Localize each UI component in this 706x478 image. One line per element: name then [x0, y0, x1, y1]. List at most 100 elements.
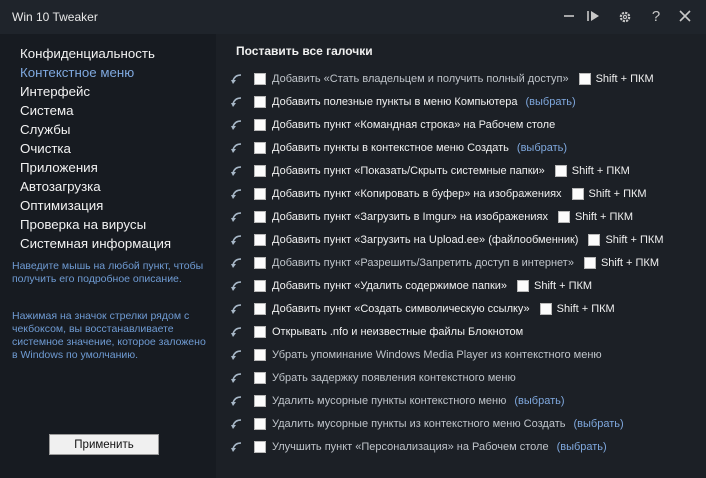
tweak-row: Убрать упоминание Windows Media Player и… — [230, 345, 602, 365]
sidebar-item[interactable]: Системная информация — [20, 234, 171, 253]
hotkey-label: Shift + ПКМ — [574, 211, 633, 223]
restore-hint: Нажимая на значок стрелки рядом с чекбок… — [12, 310, 206, 361]
select-link[interactable]: (выбрать) — [517, 142, 567, 154]
hotkey-label: Shift + ПКМ — [600, 257, 659, 269]
tweak-checkbox[interactable] — [254, 234, 266, 246]
hover-hint: Наведите мышь на любой пункт, чтобы полу… — [12, 260, 204, 285]
minimize-icon[interactable] — [558, 6, 580, 28]
apply-button[interactable]: Применить — [49, 434, 159, 455]
restore-arrow-icon[interactable] — [230, 417, 244, 431]
tweak-label: Добавить пункт «Удалить содержимое папки… — [272, 280, 508, 292]
tweak-label: Добавить пункт «Показать/Скрыть системны… — [272, 165, 545, 177]
tweak-row: Добавить пункт «Копировать в буфер» на и… — [230, 184, 647, 204]
tweak-checkbox[interactable] — [254, 211, 266, 223]
tweak-label: Добавить пункт «Разрешить/Запретить дост… — [272, 257, 574, 269]
select-link[interactable]: (выбрать) — [514, 395, 564, 407]
restore-arrow-icon[interactable] — [230, 141, 244, 155]
restore-arrow-icon[interactable] — [230, 118, 244, 132]
sidebar-item[interactable]: Приложения — [20, 158, 171, 177]
hotkey-checkbox[interactable] — [539, 303, 552, 315]
tweak-checkbox[interactable] — [254, 418, 266, 430]
restore-arrow-icon[interactable] — [230, 95, 244, 109]
tweak-checkbox[interactable] — [254, 280, 266, 292]
tweak-label: Добавить пункт «Копировать в буфер» на и… — [272, 188, 562, 200]
sidebar-item[interactable]: Очистка — [20, 139, 171, 158]
tweak-label: Улучшить пункт «Персонализация» на Рабоч… — [272, 441, 549, 453]
hotkey-checkbox[interactable] — [554, 165, 567, 177]
sidebar-item[interactable]: Контекстное меню — [20, 63, 171, 82]
tweak-row: Добавить пункт «Загрузить в Imgur» на из… — [230, 207, 633, 227]
tweak-checkbox[interactable] — [254, 372, 266, 384]
tweak-row: Улучшить пункт «Персонализация» на Рабоч… — [230, 437, 607, 457]
sidebar-item[interactable]: Система — [20, 101, 171, 120]
restore-arrow-icon[interactable] — [230, 325, 244, 339]
tweak-label: Добавить полезные пункты в меню Компьюте… — [272, 96, 518, 108]
check-all-link[interactable]: Поставить все галочки — [236, 44, 373, 58]
play-icon[interactable] — [582, 6, 604, 28]
restore-arrow-icon[interactable] — [230, 394, 244, 408]
sidebar-item[interactable]: Конфиденциальность — [20, 44, 171, 63]
restore-arrow-icon[interactable] — [230, 256, 244, 270]
tweak-label: Добавить пункты в контекстное меню Созда… — [272, 142, 509, 154]
tweak-row: Открывать .nfo и неизвестные файлы Блокн… — [230, 322, 523, 342]
tweak-row: Добавить полезные пункты в меню Компьюте… — [230, 92, 576, 112]
sidebar: Конфиденциальность Контекстное меню Интерф… — [0, 34, 216, 478]
hotkey-label: Shift + ПКМ — [588, 188, 647, 200]
tweak-row: Удалить мусорные пункты из контекстного … — [230, 414, 624, 434]
tweak-checkbox[interactable] — [254, 188, 266, 200]
hotkey-label: Shift + ПКМ — [605, 234, 664, 246]
restore-arrow-icon[interactable] — [230, 279, 244, 293]
tweak-label: Добавить пункт «Загрузить на Upload.ee» … — [272, 234, 579, 246]
restore-arrow-icon[interactable] — [230, 348, 244, 362]
tweak-checkbox[interactable] — [254, 441, 266, 453]
hotkey-checkbox[interactable] — [517, 280, 530, 292]
restore-arrow-icon[interactable] — [230, 187, 244, 201]
tweak-checkbox[interactable] — [254, 73, 266, 85]
tweak-checkbox[interactable] — [254, 349, 266, 361]
restore-arrow-icon[interactable] — [230, 210, 244, 224]
gear-icon[interactable] — [614, 6, 636, 28]
restore-arrow-icon[interactable] — [230, 440, 244, 454]
tweak-row: Добавить пункты в контекстное меню Созда… — [230, 138, 567, 158]
hotkey-checkbox[interactable] — [571, 188, 584, 200]
tweak-checkbox[interactable] — [254, 326, 266, 338]
select-link[interactable]: (выбрать) — [525, 96, 575, 108]
hotkey-label: Shift + ПКМ — [595, 73, 654, 85]
window-title: Win 10 Tweaker — [12, 10, 98, 24]
tweak-checkbox[interactable] — [254, 395, 266, 407]
close-icon[interactable] — [674, 6, 696, 28]
tweak-label: Удалить мусорные пункты из контекстного … — [272, 418, 566, 430]
main-panel: Поставить все галочки Добавить «Стать вл… — [216, 34, 706, 478]
tweak-checkbox[interactable] — [254, 96, 266, 108]
select-link[interactable]: (выбрать) — [573, 418, 623, 430]
tweak-row: Добавить пункт «Загрузить на Upload.ee» … — [230, 230, 664, 250]
tweak-checkbox[interactable] — [254, 257, 266, 269]
tweak-checkbox[interactable] — [254, 303, 266, 315]
help-icon[interactable]: ? — [645, 6, 667, 28]
tweak-row: Добавить «Стать владельцем и получить по… — [230, 69, 654, 89]
hotkey-checkbox[interactable] — [588, 234, 601, 246]
hotkey-checkbox[interactable] — [583, 257, 596, 269]
sidebar-item[interactable]: Оптимизация — [20, 196, 171, 215]
tweak-row: Добавить пункт «Создать символическую сс… — [230, 299, 615, 319]
select-link[interactable]: (выбрать) — [557, 441, 607, 453]
tweak-row: Добавить пункт «Удалить содержимое папки… — [230, 276, 592, 296]
restore-arrow-icon[interactable] — [230, 164, 244, 178]
tweak-row: Добавить пункт «Разрешить/Запретить дост… — [230, 253, 659, 273]
restore-arrow-icon[interactable] — [230, 371, 244, 385]
sidebar-item[interactable]: Проверка на вирусы — [20, 215, 171, 234]
restore-arrow-icon[interactable] — [230, 302, 244, 316]
sidebar-item[interactable]: Интерфейс — [20, 82, 171, 101]
restore-arrow-icon[interactable] — [230, 72, 244, 86]
sidebar-item[interactable]: Автозагрузка — [20, 177, 171, 196]
title-bar: Win 10 Tweaker ? — [0, 0, 706, 34]
hotkey-checkbox[interactable] — [578, 73, 591, 85]
tweak-checkbox[interactable] — [254, 142, 266, 154]
hotkey-checkbox[interactable] — [557, 211, 570, 223]
tweak-row: Убрать задержку появления контекстного м… — [230, 368, 516, 388]
restore-arrow-icon[interactable] — [230, 233, 244, 247]
tweak-label: Открывать .nfo и неизвестные файлы Блокн… — [272, 326, 524, 338]
sidebar-item[interactable]: Службы — [20, 120, 171, 139]
tweak-checkbox[interactable] — [254, 119, 266, 131]
tweak-checkbox[interactable] — [254, 165, 266, 177]
